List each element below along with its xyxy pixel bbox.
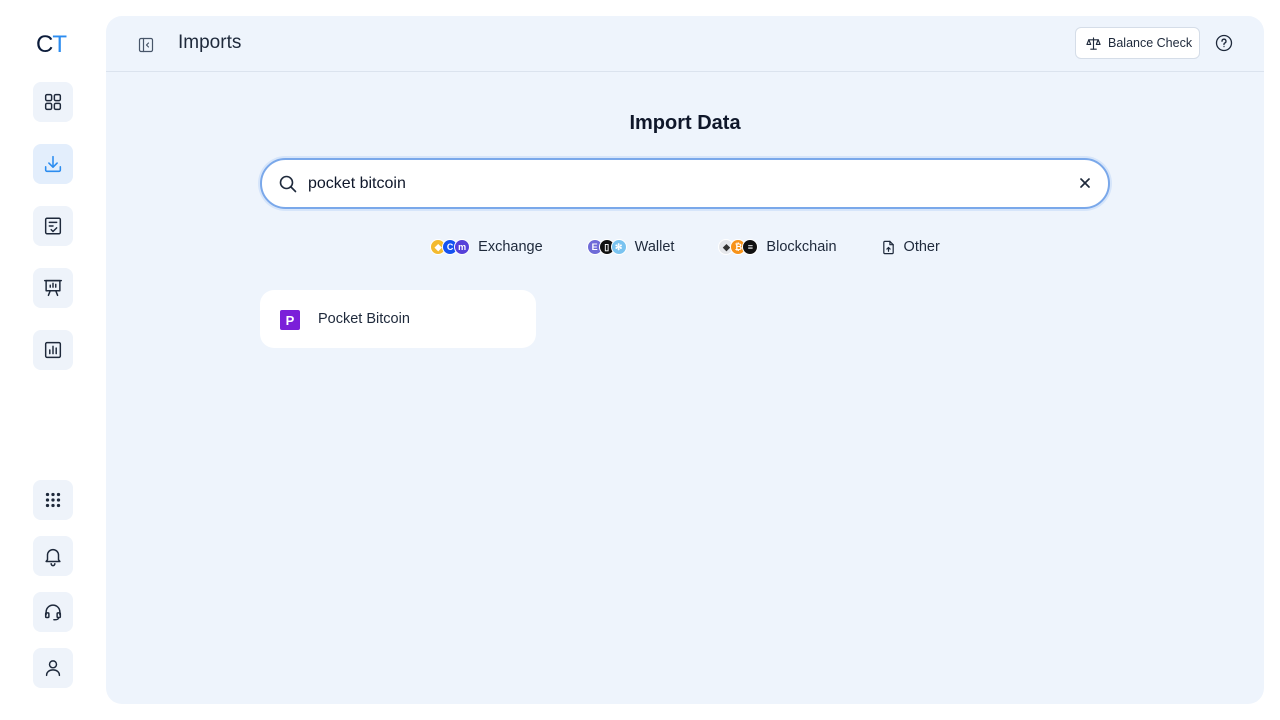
import-data-heading: Import Data — [629, 112, 741, 134]
result-item-pocket-bitcoin[interactable]: P Pocket Bitcoin — [260, 290, 536, 348]
sidebar-item-support[interactable] — [33, 592, 73, 632]
filter-other-label: Other — [903, 239, 940, 255]
top-bar: Imports Balance Check — [106, 16, 1264, 72]
help-button[interactable] — [1214, 33, 1234, 53]
presentation-icon — [44, 279, 62, 297]
kraken-icon: m — [454, 239, 471, 255]
filter-exchange[interactable]: ◆ C m Exchange — [408, 234, 565, 260]
checklist-icon — [44, 217, 62, 235]
atomic-wallet-icon: ✻ — [610, 239, 627, 255]
file-upload-icon — [882, 240, 894, 254]
search-input[interactable] — [308, 169, 1048, 199]
search-box — [260, 158, 1110, 209]
filter-other[interactable]: Other — [859, 234, 962, 260]
scale-icon — [1086, 36, 1101, 50]
balance-check-button[interactable]: Balance Check — [1075, 27, 1200, 59]
sidebar-item-apps[interactable] — [33, 480, 73, 520]
sidebar-item-reports[interactable] — [33, 268, 73, 308]
sidebar-item-transactions[interactable] — [33, 206, 73, 246]
filter-blockchain-label: Blockchain — [766, 239, 837, 255]
dots-grid-icon — [45, 492, 61, 508]
exchange-logos: ◆ C m — [430, 239, 471, 255]
filter-blockchain[interactable]: ◆ ₿ ≡ Blockchain — [696, 234, 858, 260]
main-panel: Imports Balance Check Import Data ◆ C — [106, 16, 1264, 704]
download-icon — [44, 155, 62, 173]
wallet-logos: E ▯ ✻ — [586, 239, 627, 255]
user-icon — [45, 660, 61, 677]
result-item-label: Pocket Bitcoin — [318, 311, 410, 327]
collapse-sidebar-button[interactable] — [136, 35, 156, 55]
category-filters: ◆ C m Exchange E ▯ ✻ Wallet ◆ ₿ ≡ Blockc… — [106, 234, 1264, 260]
blockchain-logos: ◆ ₿ ≡ — [718, 239, 759, 255]
sidebar-item-imports[interactable] — [33, 144, 73, 184]
headset-icon — [44, 604, 62, 621]
grid-icon — [44, 93, 62, 111]
bell-icon — [45, 548, 61, 567]
chart-icon — [44, 341, 62, 359]
page-title: Imports — [178, 32, 242, 53]
help-icon — [1215, 34, 1233, 52]
sidebar-collapse-icon — [138, 37, 154, 53]
search-icon — [279, 175, 297, 193]
solana-icon: ≡ — [742, 239, 759, 255]
filter-wallet-label: Wallet — [634, 239, 675, 255]
sidebar-item-dashboard[interactable] — [33, 82, 73, 122]
sidebar-item-notifications[interactable] — [33, 536, 73, 576]
clear-search-icon[interactable] — [1078, 176, 1092, 190]
app-logo[interactable]: CT — [36, 32, 67, 58]
sidebar-item-profile[interactable] — [33, 648, 73, 688]
sidebar: CT — [0, 0, 106, 720]
pocket-bitcoin-logo: P — [280, 310, 300, 330]
balance-check-label: Balance Check — [1108, 36, 1193, 50]
filter-exchange-label: Exchange — [478, 239, 543, 255]
sidebar-item-analytics[interactable] — [33, 330, 73, 370]
filter-wallet[interactable]: E ▯ ✻ Wallet — [565, 234, 697, 260]
